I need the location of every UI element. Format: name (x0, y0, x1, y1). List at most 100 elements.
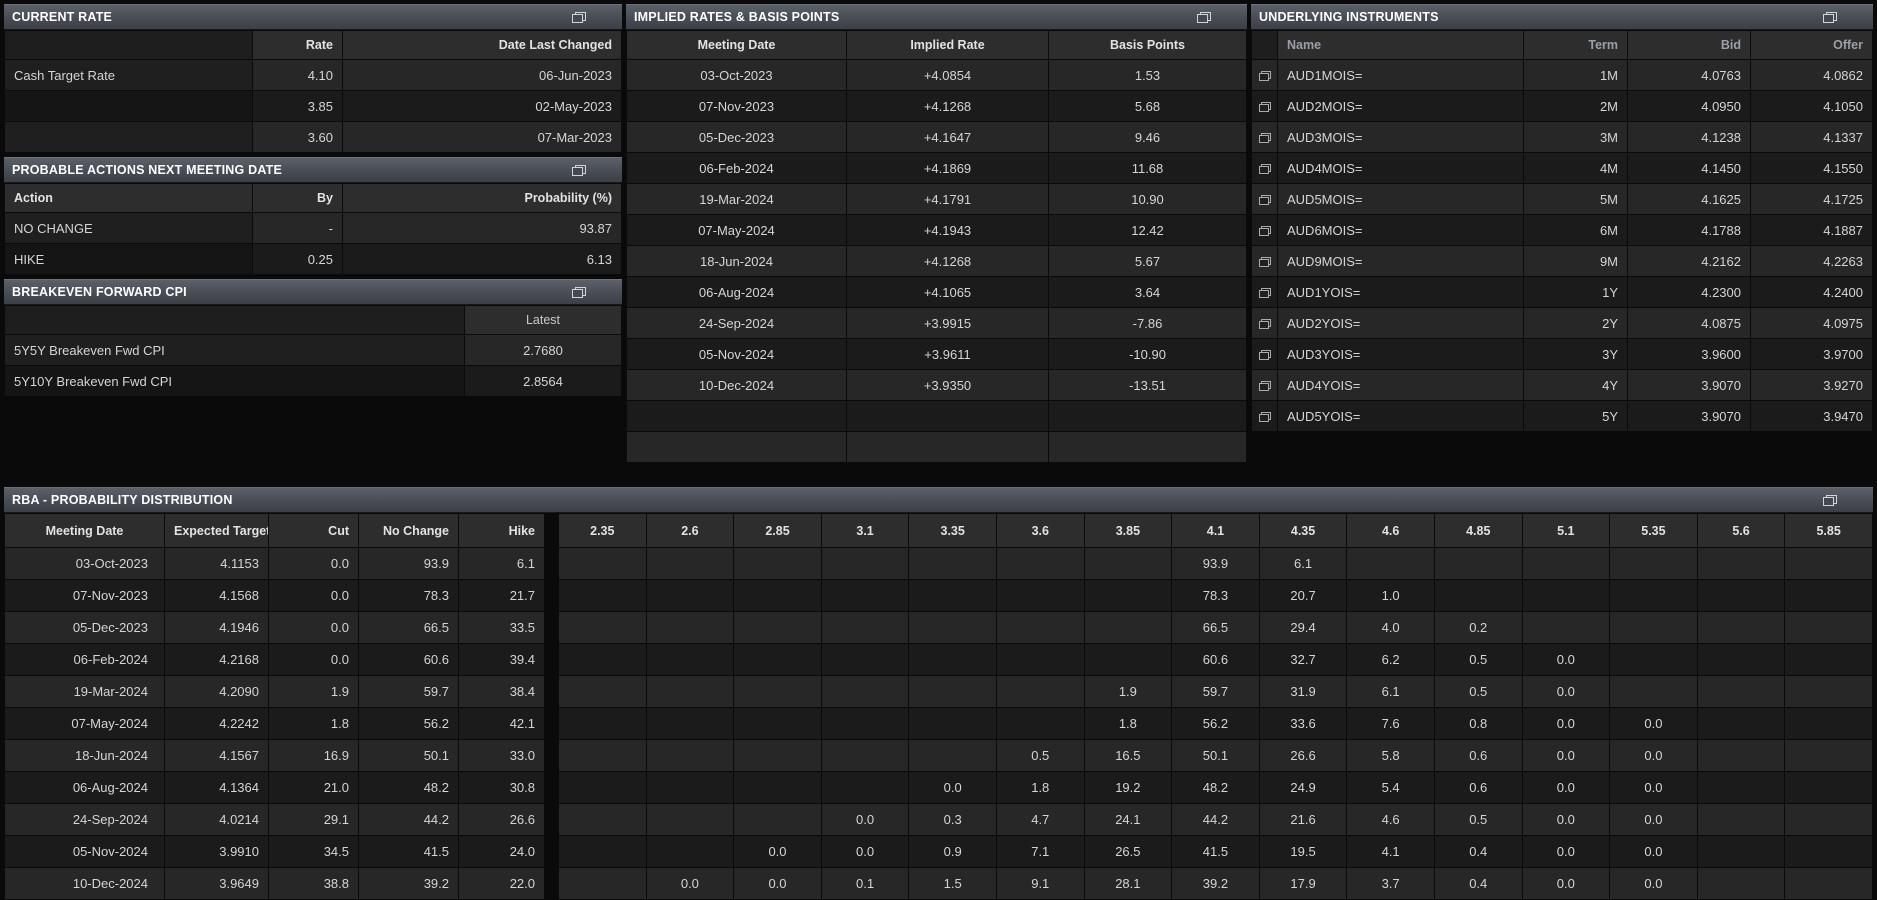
popout-icon[interactable] (572, 287, 586, 298)
cell-hike: 33.5 (459, 612, 545, 644)
cell-instrument-name[interactable]: AUD1YOIS= (1278, 277, 1524, 308)
cell-basis-points: -7.86 (1049, 308, 1247, 339)
cell-spacer (545, 644, 559, 676)
cell-prob-bucket (646, 804, 734, 836)
cell-prob-bucket: 0.0 (1522, 804, 1610, 836)
popout-icon[interactable] (572, 165, 586, 176)
cell-prob-bucket: 6.1 (1259, 548, 1347, 580)
cell-prob-bucket: 39.2 (1172, 868, 1260, 900)
cell-prob-bucket: 78.3 (1172, 580, 1260, 612)
popout-icon[interactable] (1259, 350, 1271, 360)
popout-icon[interactable] (1197, 12, 1211, 23)
cell-popout[interactable] (1252, 122, 1278, 153)
popout-icon[interactable] (1259, 288, 1271, 298)
cell-prob-bucket: 0.0 (1522, 772, 1610, 804)
panel-titlebar[interactable]: PROBABLE ACTIONS NEXT MEETING DATE (4, 157, 622, 183)
cell-probability: 6.13 (343, 244, 622, 275)
panel-titlebar[interactable]: CURRENT RATE (4, 4, 622, 30)
popout-icon[interactable] (572, 12, 586, 23)
popout-icon[interactable] (1259, 164, 1271, 174)
cell-popout[interactable] (1252, 60, 1278, 91)
cell-instrument-name[interactable]: AUD2MOIS= (1278, 91, 1524, 122)
breakeven-cpi-table: Latest 5Y5Y Breakeven Fwd CPI 2.7680 5Y1… (4, 305, 622, 397)
cell-instrument-name[interactable]: AUD5YOIS= (1278, 401, 1524, 432)
cell-prob-bucket (559, 772, 647, 804)
current-rate-table: Rate Date Last Changed Cash Target Rate … (4, 30, 622, 153)
cell-implied-rate: +3.9350 (847, 370, 1049, 401)
popout-icon[interactable] (1259, 381, 1271, 391)
cell-popout[interactable] (1252, 184, 1278, 215)
cell-no-change: 78.3 (359, 580, 459, 612)
cell-prob-bucket: 1.8 (1084, 708, 1172, 740)
table-row: 5Y10Y Breakeven Fwd CPI 2.8564 (5, 366, 622, 397)
popout-icon[interactable] (1259, 71, 1271, 81)
cell-popout[interactable] (1252, 277, 1278, 308)
cell-popout[interactable] (1252, 308, 1278, 339)
cell-prob-bucket: 0.0 (1610, 740, 1698, 772)
cell-instrument-name[interactable]: AUD3MOIS= (1278, 122, 1524, 153)
popout-icon[interactable] (1823, 12, 1837, 23)
cell-prob-bucket: 0.0 (1522, 868, 1610, 900)
cell-cut: 21.0 (269, 772, 359, 804)
popout-icon[interactable] (1259, 226, 1271, 236)
cell-prob-bucket: 60.6 (1172, 644, 1260, 676)
cell-prob-bucket (734, 708, 822, 740)
cell-prob-bucket (734, 676, 822, 708)
cell-instrument-name[interactable]: AUD5MOIS= (1278, 184, 1524, 215)
cell-popout[interactable] (1252, 153, 1278, 184)
col-header-term: Term (1524, 31, 1628, 60)
cell-popout[interactable] (1252, 215, 1278, 246)
cell-no-change: 48.2 (359, 772, 459, 804)
cell-popout[interactable] (1252, 246, 1278, 277)
cell-prob-bucket: 50.1 (1172, 740, 1260, 772)
popout-icon[interactable] (1823, 495, 1837, 506)
popout-icon[interactable] (1259, 195, 1271, 205)
cell-prob-bucket: 7.6 (1347, 708, 1435, 740)
cell-basis-points: 11.68 (1049, 153, 1247, 184)
cell-instrument-name[interactable]: AUD4YOIS= (1278, 370, 1524, 401)
cell-prob-bucket (1697, 612, 1785, 644)
popout-icon[interactable] (1259, 412, 1271, 422)
cell-instrument-name[interactable]: AUD4MOIS= (1278, 153, 1524, 184)
cell-instrument-name[interactable]: AUD1MOIS= (1278, 60, 1524, 91)
popout-icon[interactable] (1259, 257, 1271, 267)
panel-titlebar[interactable]: RBA - PROBABILITY DISTRIBUTION (4, 487, 1873, 513)
cell-prob-bucket: 41.5 (1172, 836, 1260, 868)
cell-cut: 0.0 (269, 612, 359, 644)
cell-prob-bucket (559, 740, 647, 772)
col-header-hike: Hike (459, 514, 545, 548)
cell-prob-bucket: 0.3 (909, 804, 997, 836)
cell-instrument-name[interactable]: AUD6MOIS= (1278, 215, 1524, 246)
cell-prob-bucket: 0.1 (821, 868, 909, 900)
panel-title: CURRENT RATE (12, 10, 112, 24)
cell-instrument-name[interactable]: AUD9MOIS= (1278, 246, 1524, 277)
cell-expected-target-rate: 4.1153 (165, 548, 269, 580)
panel-titlebar[interactable]: UNDERLYING INSTRUMENTS (1251, 4, 1873, 30)
cell-instrument-name[interactable]: AUD2YOIS= (1278, 308, 1524, 339)
cell-offer: 4.1725 (1751, 184, 1873, 215)
col-header-bucket: 2.35 (559, 514, 647, 548)
col-header-no-change: No Change (359, 514, 459, 548)
cell-popout[interactable] (1252, 370, 1278, 401)
cell-prob-bucket: 93.9 (1172, 548, 1260, 580)
table-row: AUD2MOIS= 2M 4.0950 4.1050 (1252, 91, 1873, 122)
cell-rate-label (5, 91, 253, 122)
table-row: 05-Nov-2024 3.9910 34.5 41.5 24.0 0.0 0.… (5, 836, 1873, 868)
panel-titlebar[interactable]: IMPLIED RATES & BASIS POINTS (626, 4, 1247, 30)
panel-titlebar[interactable]: BREAKEVEN FORWARD CPI (4, 279, 622, 305)
table-row: AUD5MOIS= 5M 4.1625 4.1725 (1252, 184, 1873, 215)
cell-basis-points: -10.90 (1049, 339, 1247, 370)
cell-basis-points: 5.67 (1049, 246, 1247, 277)
col-header-meeting-date: Meeting Date (627, 31, 847, 60)
cell-popout[interactable] (1252, 91, 1278, 122)
cell-expected-target-rate: 4.1946 (165, 612, 269, 644)
cell-date-last-changed: 07-Mar-2023 (343, 122, 622, 153)
cell-popout[interactable] (1252, 401, 1278, 432)
popout-icon[interactable] (1259, 102, 1271, 112)
popout-icon[interactable] (1259, 319, 1271, 329)
popout-icon[interactable] (1259, 133, 1271, 143)
cell-date-last-changed: 06-Jun-2023 (343, 60, 622, 91)
cell-instrument-name[interactable]: AUD3YOIS= (1278, 339, 1524, 370)
cell-popout[interactable] (1252, 339, 1278, 370)
cell-meeting-date: 06-Feb-2024 (5, 644, 165, 676)
